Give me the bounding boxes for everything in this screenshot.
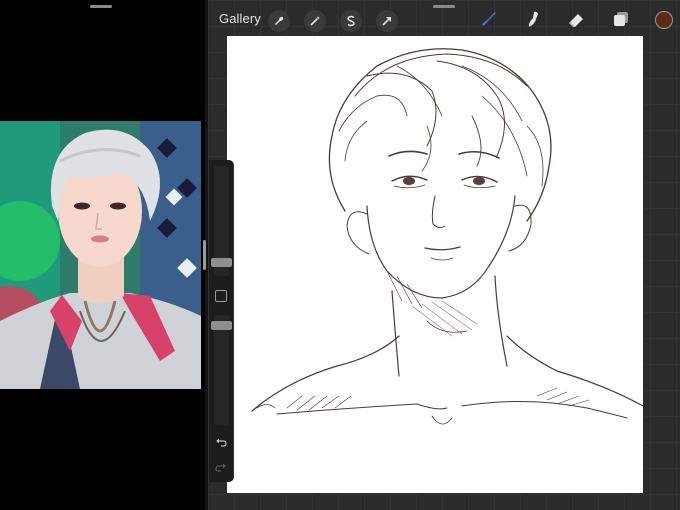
transform-button[interactable] (376, 10, 398, 32)
wrench-icon (273, 15, 285, 27)
ipad-screen: Gallery (0, 0, 680, 510)
eraser-button[interactable] (566, 10, 588, 32)
smudge-button[interactable] (522, 10, 544, 32)
drawing-canvas[interactable] (227, 36, 643, 493)
brush-button[interactable] (478, 10, 500, 32)
undo-icon (215, 435, 227, 453)
actions-button[interactable] (268, 10, 290, 32)
brush-icon (479, 9, 499, 34)
layers-icon (611, 9, 631, 34)
reference-pane (0, 0, 205, 510)
undo-button[interactable] (214, 437, 228, 451)
reference-photo (0, 121, 201, 389)
opacity-slider[interactable] (211, 315, 232, 425)
selection-button[interactable] (340, 10, 362, 32)
adjustments-button[interactable] (304, 10, 326, 32)
brush-size-slider[interactable] (211, 166, 232, 276)
multitask-grabber[interactable] (90, 5, 112, 8)
opacity-thumb[interactable] (211, 321, 232, 330)
magic-wand-icon (309, 15, 321, 27)
smudge-icon (523, 9, 543, 34)
top-toolbar: Gallery (208, 0, 680, 38)
eraser-icon (567, 9, 587, 34)
layers-button[interactable] (610, 10, 632, 32)
color-picker-swatch[interactable] (655, 11, 673, 29)
transform-arrow-icon (381, 15, 393, 27)
redo-button[interactable] (214, 462, 228, 476)
redo-icon (215, 460, 227, 478)
gallery-button[interactable]: Gallery (219, 11, 261, 26)
split-divider-handle[interactable] (203, 240, 206, 270)
modify-button[interactable] (215, 290, 227, 302)
sidebar-controls (209, 160, 233, 482)
brush-size-thumb[interactable] (211, 258, 232, 267)
selection-s-icon (345, 15, 357, 27)
